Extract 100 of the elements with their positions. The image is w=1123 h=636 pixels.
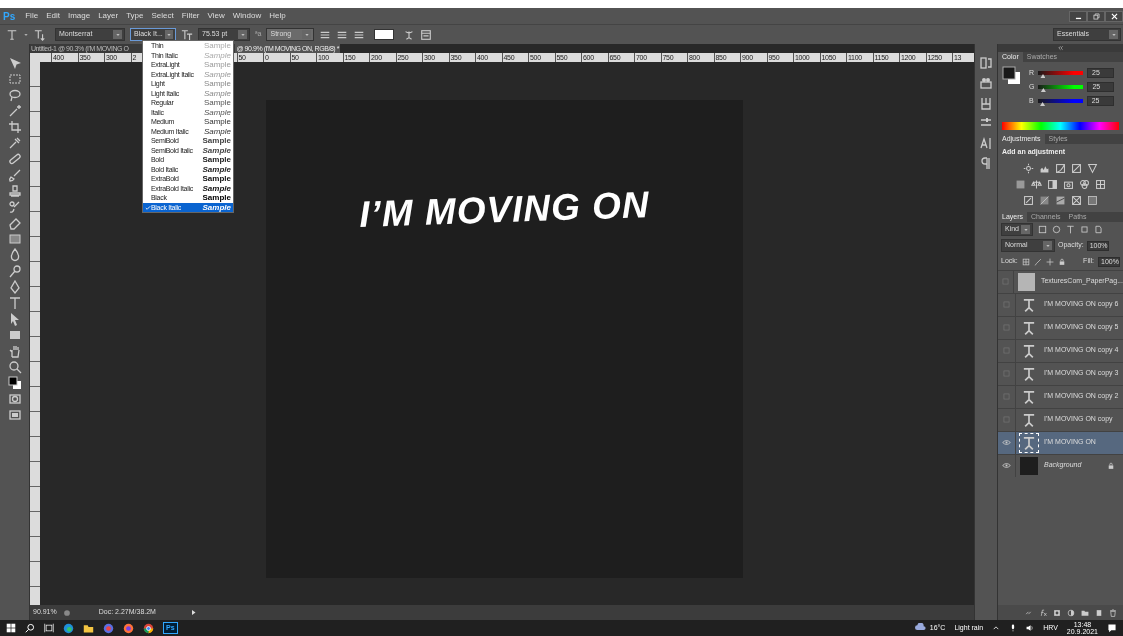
gradient-icon[interactable]: [7, 232, 22, 246]
brush-icon[interactable]: [7, 168, 22, 182]
slider-thumb[interactable]: [1040, 74, 1046, 78]
style-sample: Sample: [202, 136, 231, 146]
history-icon[interactable]: [979, 56, 993, 70]
color-spectrum[interactable]: [1002, 122, 1119, 130]
panels-icon[interactable]: [420, 28, 433, 41]
restore-icon: [1091, 11, 1101, 21]
eraser-icon[interactable]: [7, 216, 22, 230]
lock-icon[interactable]: [1057, 257, 1066, 266]
speaker-icon[interactable]: [1026, 624, 1035, 632]
sun-icon[interactable]: [1023, 163, 1034, 174]
rectangle-icon[interactable]: [7, 328, 22, 342]
mask-icon[interactable]: [1053, 608, 1061, 617]
menu-item[interactable]: View: [203, 10, 229, 22]
selective-color-icon[interactable]: [1071, 195, 1082, 206]
move-icon[interactable]: [7, 56, 22, 70]
circles-icon[interactable]: [1079, 179, 1090, 190]
color-swatches-icon[interactable]: [7, 376, 22, 390]
new-layer-icon[interactable]: [1095, 608, 1103, 617]
magic-wand-icon[interactable]: [7, 104, 22, 118]
checker-icon[interactable]: [1021, 257, 1030, 266]
eye-icon[interactable]: [1002, 461, 1011, 470]
grid-icon[interactable]: [1095, 179, 1106, 190]
slider-thumb[interactable]: [1040, 88, 1046, 92]
task-view-icon[interactable]: [44, 623, 54, 633]
smart-object-filter-icon[interactable]: [1094, 225, 1103, 234]
gradient-square-icon[interactable]: [1015, 179, 1026, 190]
slider-thumb[interactable]: [1040, 102, 1046, 106]
style-sample: Sample: [203, 50, 231, 60]
round-browser-icon[interactable]: [143, 622, 154, 634]
text-orientation-icon[interactable]: [34, 28, 46, 41]
scale-icon[interactable]: [1031, 179, 1042, 190]
dodge-icon[interactable]: [7, 264, 22, 278]
fx-icon[interactable]: [1039, 608, 1047, 617]
type-filter-icon[interactable]: [1066, 225, 1075, 234]
curves-icon[interactable]: [1055, 163, 1066, 174]
notification-icon[interactable]: [1107, 623, 1117, 633]
bandage-icon[interactable]: [7, 152, 22, 166]
folder-icon[interactable]: [1081, 608, 1089, 617]
style-sample: Sample: [202, 164, 231, 174]
menu-item[interactable]: Image: [63, 10, 95, 22]
quick-mask-icon[interactable]: [7, 392, 22, 406]
triangle-icon[interactable]: [1087, 163, 1098, 174]
channel-slider[interactable]: [1037, 99, 1083, 103]
menu-item[interactable]: Help: [265, 10, 290, 22]
search-icon[interactable]: [25, 623, 35, 633]
crop-icon[interactable]: [7, 120, 22, 134]
channel-slider[interactable]: [1038, 85, 1084, 89]
posterize-icon[interactable]: [1039, 195, 1050, 206]
channel-slider[interactable]: [1038, 71, 1084, 75]
character-icon[interactable]: [979, 136, 993, 150]
move-icon[interactable]: [1045, 257, 1054, 266]
text-color-swatch[interactable]: [374, 29, 395, 40]
eyedropper-icon[interactable]: [7, 136, 22, 150]
hand-icon[interactable]: [7, 344, 22, 358]
collapse-icon[interactable]: [1057, 45, 1064, 51]
history-brush-icon[interactable]: [7, 200, 22, 214]
lock-icon: [1107, 461, 1115, 470]
menu-item[interactable]: Layer: [94, 10, 123, 22]
image-filter-icon[interactable]: [1038, 225, 1047, 234]
shape-filter-icon[interactable]: [1080, 225, 1089, 234]
play-icon[interactable]: [189, 609, 197, 616]
foreground-background-color-icon[interactable]: [1002, 66, 1021, 85]
folder-icon[interactable]: [83, 622, 94, 634]
style-sample: Sample: [202, 193, 231, 203]
trash-icon[interactable]: [1109, 608, 1117, 617]
window-restore-button[interactable]: [1087, 10, 1105, 22]
exposure-icon[interactable]: [1071, 163, 1082, 174]
window-close-button[interactable]: [1105, 10, 1123, 22]
style-sample: Sample: [202, 202, 231, 212]
type-tool-icon[interactable]: [6, 28, 18, 41]
menu-item[interactable]: Window: [228, 10, 266, 22]
menu-item[interactable]: Type: [122, 10, 148, 22]
screen-mode-icon[interactable]: [7, 408, 22, 422]
app-icon[interactable]: [103, 622, 114, 634]
properties-icon[interactable]: [979, 76, 993, 90]
menu-item[interactable]: File: [21, 10, 43, 22]
lasso-icon[interactable]: [7, 88, 22, 102]
stamp-icon[interactable]: [7, 184, 22, 198]
info-icon[interactable]: [62, 608, 71, 617]
menu-item[interactable]: Select: [147, 10, 178, 22]
camera-icon[interactable]: [1063, 179, 1074, 190]
window-minimize-button[interactable]: [1069, 10, 1087, 22]
gradient-map-icon[interactable]: [1087, 195, 1098, 206]
windows-icon[interactable]: [6, 623, 16, 633]
threshold-icon[interactable]: [1055, 195, 1066, 206]
menu-item[interactable]: Filter: [177, 10, 204, 22]
half-circle-icon[interactable]: [1067, 608, 1075, 617]
brush-icon[interactable]: [1033, 257, 1042, 266]
paragraph-icon[interactable]: [979, 156, 993, 170]
adjustment-filter-icon[interactable]: [1052, 225, 1061, 234]
chevron-icon[interactable]: [992, 624, 1001, 632]
invert-icon[interactable]: [1023, 195, 1034, 206]
type-icon[interactable]: [7, 296, 22, 310]
brush-preset-icon[interactable]: [979, 96, 993, 110]
fox-browser-icon[interactable]: [123, 622, 134, 634]
menu-item[interactable]: Edit: [42, 10, 64, 22]
browser-icon[interactable]: [63, 622, 74, 634]
half-square-icon[interactable]: [1047, 179, 1058, 190]
